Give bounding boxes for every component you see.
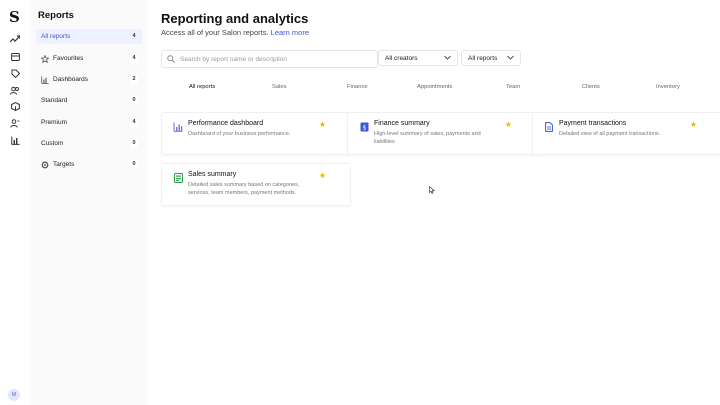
sidebar-item-custom[interactable]: Custom 0 <box>36 136 142 151</box>
tab-inventory[interactable]: Inventory <box>656 84 680 90</box>
sidebar-item-label: Targets <box>53 161 75 168</box>
svg-text:$: $ <box>362 124 366 132</box>
reports-dropdown[interactable]: All reports <box>461 50 521 66</box>
tab-all-reports[interactable]: All reports <box>189 84 215 90</box>
favourite-star-icon[interactable]: ★ <box>690 120 697 129</box>
mouse-cursor-icon <box>429 181 436 194</box>
subtitle-text: Access all of your Salon reports. <box>161 28 269 37</box>
star-icon <box>40 54 50 64</box>
card-description: Detailed view of all payment transaction… <box>559 131 661 137</box>
card-title: Sales summary <box>188 171 237 178</box>
tab-team[interactable]: Team <box>506 84 520 90</box>
sidebar-item-count: 0 <box>130 160 138 169</box>
app-logo[interactable]: S <box>9 8 20 26</box>
sidebar-item-label: Premium <box>41 119 68 126</box>
sidebar-item-favourites[interactable]: Favourites 4 <box>36 51 142 66</box>
tab-finance[interactable]: Finance <box>347 84 368 90</box>
page-subtitle: Access all of your Salon reports. Learn … <box>161 28 309 37</box>
card-description: Detailed sales summary based on categori… <box>188 182 300 196</box>
sidebar-item-label: Standard <box>41 97 68 104</box>
sidebar-item-label: Custom <box>41 140 64 147</box>
card-title: Payment transactions <box>559 120 627 127</box>
chevron-down-icon <box>507 55 514 62</box>
sidebar-item-targets[interactable]: Targets 0 <box>36 157 142 172</box>
users-icon[interactable] <box>9 84 21 96</box>
sidebar-item-count: 4 <box>130 32 138 41</box>
sidebar-item-label: Favourites <box>53 55 84 62</box>
target-icon <box>40 160 50 170</box>
sidebar-title: Reports <box>38 10 74 21</box>
sidebar-item-standard[interactable]: Standard 0 <box>36 93 142 108</box>
trend-icon[interactable] <box>9 33 21 45</box>
dashboard-chart-icon <box>173 122 183 132</box>
sidebar-item-dashboards[interactable]: Dashboards 2 <box>36 72 142 87</box>
report-category-tabs: All reports Sales Finance Appointments T… <box>161 83 720 97</box>
favourite-star-icon[interactable]: ★ <box>505 120 512 129</box>
calendar-icon[interactable] <box>9 50 21 62</box>
search-placeholder: Search by report name or description <box>180 55 287 63</box>
sales-doc-icon <box>173 173 183 183</box>
sidebar-item-count: 0 <box>130 96 138 105</box>
sidebar-item-label: Dashboards <box>53 76 89 83</box>
card-description: High-level summary of sales, payments an… <box>374 131 481 145</box>
report-card-payment-transactions[interactable]: Payment transactions Detailed view of al… <box>532 112 720 155</box>
user-avatar[interactable]: M <box>8 389 20 401</box>
search-icon <box>167 55 177 63</box>
tag-icon[interactable] <box>9 67 21 79</box>
chart-icon <box>40 75 50 85</box>
main-content: Reporting and analytics Access all of yo… <box>148 0 720 405</box>
sidebar-item-count: 4 <box>130 54 138 63</box>
tab-sales[interactable]: Sales <box>272 84 287 90</box>
favourite-star-icon[interactable]: ★ <box>319 120 326 129</box>
report-card-finance-summary[interactable]: $ Finance summary High-level summary of … <box>347 112 537 155</box>
box-icon[interactable] <box>9 100 21 112</box>
sidebar-item-count: 4 <box>130 118 138 127</box>
favourite-star-icon[interactable]: ★ <box>319 171 326 180</box>
report-card-sales-summary[interactable]: Sales summary Detailed sales summary bas… <box>161 163 351 206</box>
sidebar-item-label: All reports <box>41 33 71 40</box>
report-card-performance-dashboard[interactable]: Performance dashboard Dashboard of your … <box>161 112 351 155</box>
sidebar-item-all-reports[interactable]: All reports 4 <box>36 29 142 44</box>
document-icon <box>544 122 554 132</box>
tab-clients[interactable]: Clients <box>582 84 600 90</box>
card-title: Performance dashboard <box>188 120 264 127</box>
card-description: Dashboard of your business performance. <box>188 131 291 137</box>
bar-chart-icon[interactable] <box>9 134 21 146</box>
person-icon[interactable] <box>9 117 21 129</box>
search-input[interactable]: Search by report name or description <box>161 50 378 68</box>
reports-sidebar: Reports All reports 4 Favourites 4 Dashb… <box>30 0 148 405</box>
finance-doc-icon: $ <box>359 122 369 132</box>
sidebar-item-count: 0 <box>130 139 138 148</box>
sidebar-item-count: 2 <box>130 75 138 84</box>
chevron-down-icon <box>444 55 451 62</box>
learn-more-link[interactable]: Learn more <box>271 28 309 37</box>
sidebar-item-premium[interactable]: Premium 4 <box>36 115 142 130</box>
page-title: Reporting and analytics <box>161 11 309 26</box>
card-title: Finance summary <box>374 120 430 127</box>
creators-dropdown[interactable]: All creators <box>378 50 458 66</box>
reports-dropdown-value: All reports <box>468 54 498 62</box>
creators-dropdown-value: All creators <box>385 54 418 62</box>
tab-appointments[interactable]: Appointments <box>417 84 452 90</box>
icon-rail: S M <box>0 0 31 405</box>
